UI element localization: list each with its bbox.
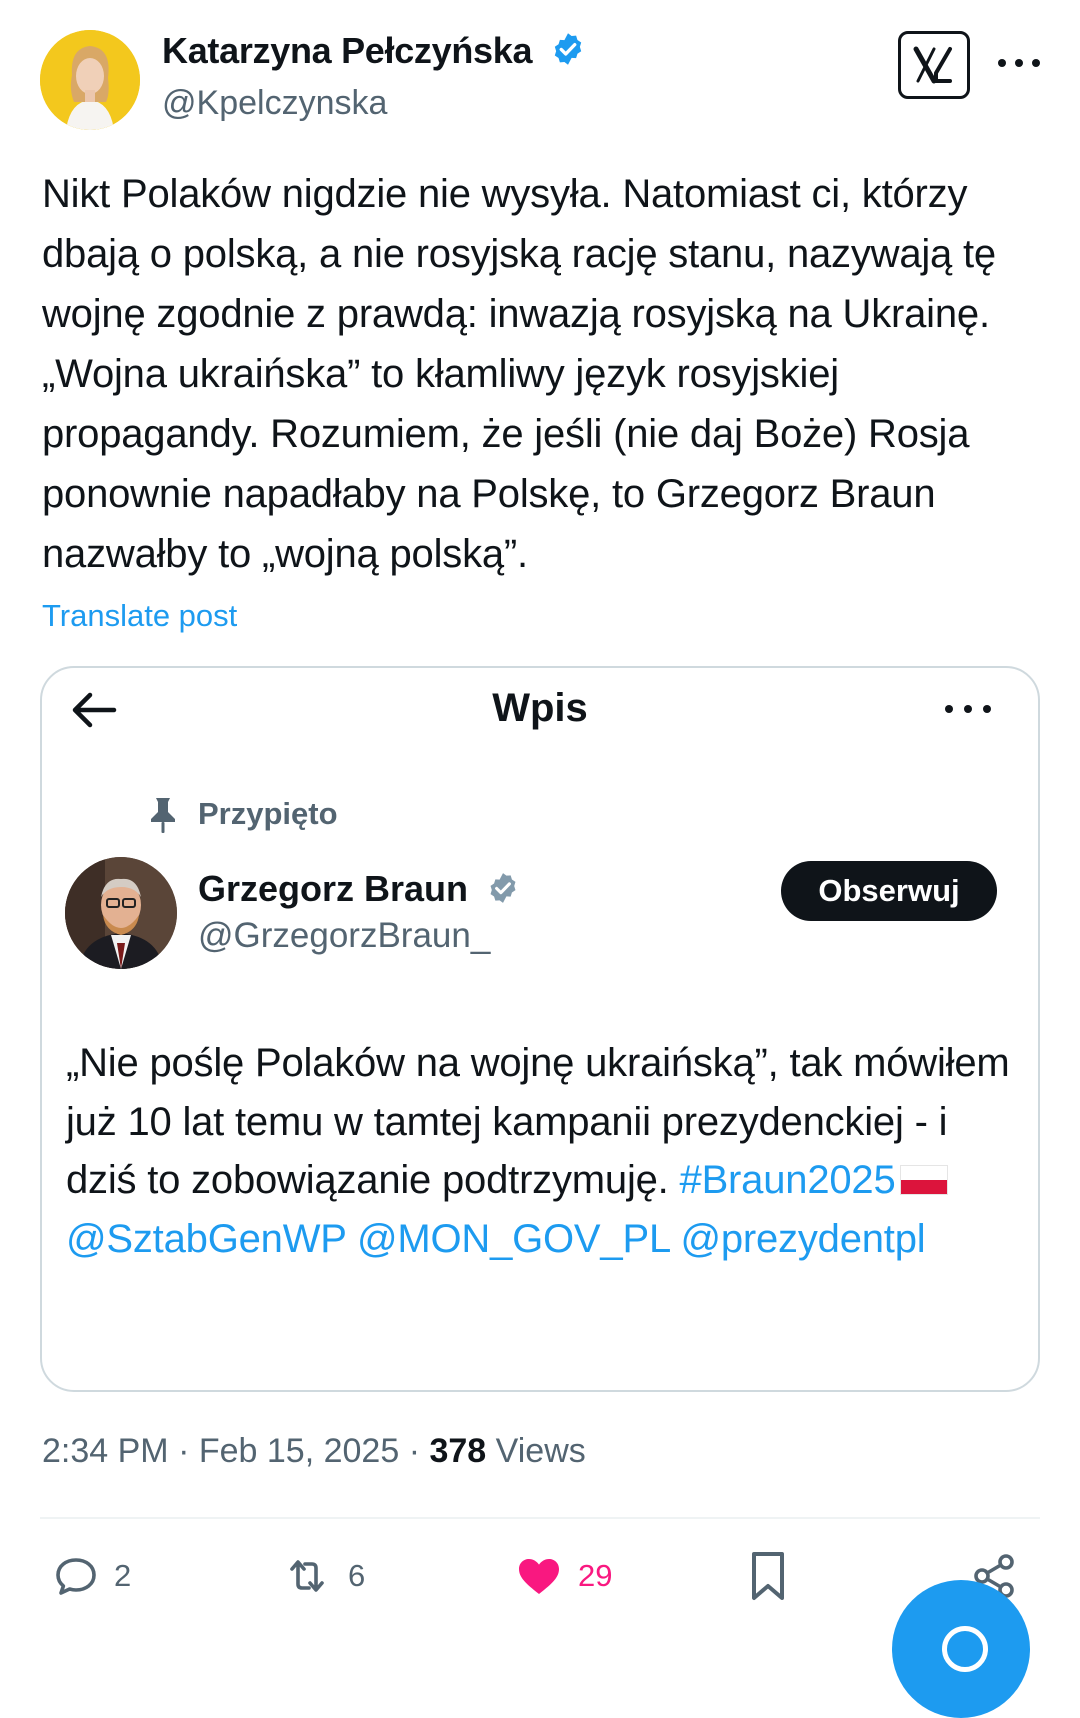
repost-button[interactable]: 6 [282,1550,365,1602]
author-avatar[interactable] [40,30,140,130]
pin-icon [148,796,178,834]
like-button[interactable]: 29 [514,1550,612,1602]
bookmark-icon [752,1552,784,1600]
post-text: Nikt Polaków nigdzie nie wysyła. Natomia… [42,172,996,576]
pinned-label: Przypięto [198,796,338,831]
repost-count: 6 [348,1558,366,1593]
meta-separator: · [178,1432,199,1470]
bookmark-button[interactable] [748,1550,788,1602]
reply-icon [56,1558,96,1595]
verified-icon [490,873,516,903]
quoted-post-card[interactable] [40,666,1040,1392]
mention-link: @MON_GOV_PL [356,1216,670,1261]
like-count: 29 [578,1558,613,1593]
views-label: Views [495,1432,586,1470]
divider [40,1517,1040,1519]
post-time[interactable]: 2:34 PM [42,1432,169,1470]
mention-link: @prezydentpl [680,1216,926,1261]
quoted-author-name: Grzegorz Braun [198,868,520,910]
hashtag-link: #Braun2025 [679,1158,896,1202]
reply-button[interactable]: 2 [52,1550,131,1602]
compose-icon [942,1626,988,1672]
author-name[interactable]: Katarzyna Pełczyńska [162,30,586,72]
meta-separator: · [408,1432,430,1470]
follow-button: Obserwuj [781,861,997,921]
poland-flag-icon [899,1165,948,1195]
quoted-author-name-text: Grzegorz Braun [198,868,469,909]
quoted-more-icon [945,704,991,714]
verified-icon [554,33,582,65]
quoted-header-title: Wpis [492,686,588,730]
quoted-post-text: „Nie poślę Polaków na wojnę ukraińską”, … [66,1034,1016,1268]
post-date[interactable]: Feb 15, 2025 [199,1432,399,1470]
post-meta: 2:34 PM · Feb 15, 2025 · 378 Views [42,1432,586,1471]
mention-link: @SztabGenWP [66,1216,347,1261]
like-icon [519,1559,559,1594]
x-logo-icon[interactable] [898,31,970,99]
quoted-author-handle: @GrzegorzBraun_ [198,916,491,955]
repost-icon [290,1560,324,1592]
author-handle[interactable]: @Kpelczynska [162,84,387,123]
author-name-text[interactable]: Katarzyna Pełczyńska [162,30,533,71]
quoted-author-avatar [65,857,177,969]
views-count: 378 [429,1432,487,1470]
more-icon[interactable] [998,50,1040,76]
reply-count: 2 [114,1558,132,1593]
translate-post-link[interactable]: Translate post [42,598,237,634]
